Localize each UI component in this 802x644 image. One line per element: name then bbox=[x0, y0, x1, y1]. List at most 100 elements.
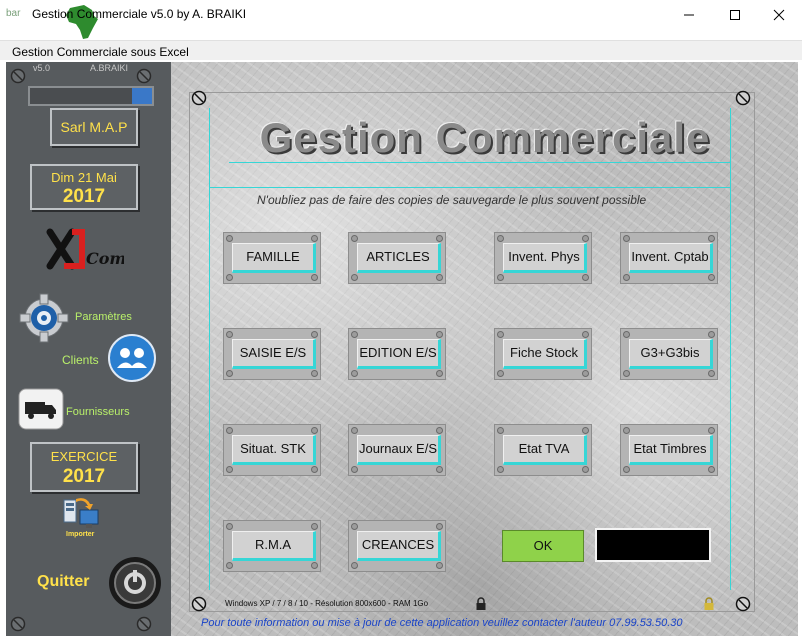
invent-cptab-button[interactable]: Invent. Cptab bbox=[620, 232, 718, 284]
saisie-es-button[interactable]: SAISIE E/S bbox=[223, 328, 321, 380]
famille-button[interactable]: FAMILLE bbox=[223, 232, 321, 284]
rivet-icon bbox=[226, 274, 233, 281]
version-label: v5.0 bbox=[33, 63, 51, 73]
suppliers-label[interactable]: Fournisseurs bbox=[66, 406, 130, 418]
maximize-icon bbox=[730, 10, 740, 20]
rivet-icon bbox=[497, 466, 504, 473]
system-requirements: Windows XP / 7 / 8 / 10 - Résolution 800… bbox=[225, 599, 429, 608]
invent-cptab-label: Invent. Cptab bbox=[629, 243, 713, 273]
creances-button[interactable]: CREANCES bbox=[348, 520, 446, 572]
rivet-icon bbox=[708, 274, 715, 281]
edition-es-button[interactable]: EDITION E/S bbox=[348, 328, 446, 380]
close-button[interactable] bbox=[756, 0, 802, 30]
screw-icon bbox=[10, 68, 26, 84]
clients-icon[interactable] bbox=[108, 334, 156, 382]
rivet-icon bbox=[351, 331, 358, 338]
rivet-icon bbox=[497, 274, 504, 281]
password-field[interactable] bbox=[595, 528, 711, 562]
gear-icon[interactable] bbox=[18, 292, 70, 344]
invent-phys-label: Invent. Phys bbox=[503, 243, 587, 273]
rivet-icon bbox=[351, 562, 358, 569]
import-icon[interactable] bbox=[62, 496, 100, 532]
params-label[interactable]: Paramètres bbox=[75, 311, 132, 323]
rivet-icon bbox=[226, 370, 233, 377]
rivet-icon bbox=[582, 427, 589, 434]
rivet-icon bbox=[226, 331, 233, 338]
rivet-icon bbox=[351, 466, 358, 473]
screw-icon bbox=[136, 68, 152, 84]
backup-notice: N'oubliez pas de faire des copies de sau… bbox=[257, 193, 647, 207]
rivet-icon bbox=[582, 331, 589, 338]
rivet-icon bbox=[311, 331, 318, 338]
progress-slot bbox=[28, 86, 154, 106]
etat-tva-button[interactable]: Etat TVA bbox=[494, 424, 592, 476]
rivet-icon bbox=[226, 235, 233, 242]
close-icon bbox=[773, 9, 785, 21]
exercice-label: EXERCICE bbox=[50, 449, 118, 464]
rivet-icon bbox=[623, 235, 630, 242]
screw-icon bbox=[10, 616, 26, 632]
rivet-icon bbox=[226, 562, 233, 569]
main-title: Gestion Commerciale bbox=[259, 114, 711, 161]
articles-button[interactable]: ARTICLES bbox=[348, 232, 446, 284]
g3-g3bis-label: G3+G3bis bbox=[629, 339, 713, 369]
screw-icon bbox=[191, 90, 207, 106]
title-bar: bar Gestion Commerciale v5.0 by A. BRAIK… bbox=[0, 0, 802, 39]
screw-icon bbox=[191, 596, 207, 612]
import-label: Importer bbox=[66, 531, 95, 538]
company-button[interactable]: Sarl M.A.P bbox=[50, 108, 138, 146]
slot-knob bbox=[132, 88, 152, 104]
rivet-icon bbox=[226, 523, 233, 530]
screw-icon bbox=[136, 616, 152, 632]
rivet-icon bbox=[708, 235, 715, 242]
rivet-icon bbox=[311, 427, 318, 434]
rivet-icon bbox=[497, 370, 504, 377]
rivet-icon bbox=[226, 427, 233, 434]
xcom-logo-icon: Com bbox=[46, 228, 124, 270]
rivet-icon bbox=[311, 235, 318, 242]
rivet-icon bbox=[351, 427, 358, 434]
contact-info: Pour toute information ou mise à jour de… bbox=[201, 617, 683, 629]
fiche-stock-button[interactable]: Fiche Stock bbox=[494, 328, 592, 380]
date-line: Dim 21 Mai bbox=[51, 170, 117, 185]
exercice-box[interactable]: EXERCICE 2017 bbox=[30, 442, 138, 492]
workbook-subtitle: Gestion Commerciale sous Excel bbox=[12, 45, 189, 59]
power-icon[interactable] bbox=[108, 556, 162, 610]
rivet-icon bbox=[497, 331, 504, 338]
invent-phys-button[interactable]: Invent. Phys bbox=[494, 232, 592, 284]
quit-label[interactable]: Quitter bbox=[37, 573, 89, 591]
lock-icon bbox=[704, 597, 714, 610]
rivet-icon bbox=[436, 562, 443, 569]
minimize-icon bbox=[684, 14, 694, 16]
etat-timbres-button[interactable]: Etat Timbres bbox=[620, 424, 718, 476]
ok-button[interactable]: OK bbox=[502, 530, 584, 562]
rivet-icon bbox=[351, 523, 358, 530]
rivet-icon bbox=[436, 274, 443, 281]
cyan-divider bbox=[229, 162, 731, 163]
rivet-icon bbox=[497, 235, 504, 242]
rivet-icon bbox=[623, 331, 630, 338]
rivet-icon bbox=[311, 466, 318, 473]
rivet-icon bbox=[311, 523, 318, 530]
rivet-icon bbox=[497, 427, 504, 434]
rivet-icon bbox=[311, 274, 318, 281]
rma-button[interactable]: R.M.A bbox=[223, 520, 321, 572]
cyan-divider bbox=[209, 187, 731, 188]
rivet-icon bbox=[436, 427, 443, 434]
fiche-stock-label: Fiche Stock bbox=[503, 339, 587, 369]
rivet-icon bbox=[351, 274, 358, 281]
subtitle-bar: Gestion Commerciale sous Excel bbox=[0, 40, 802, 60]
rivet-icon bbox=[436, 370, 443, 377]
truck-icon[interactable] bbox=[18, 388, 64, 430]
journaux-es-button[interactable]: Journaux E/S bbox=[348, 424, 446, 476]
maximize-button[interactable] bbox=[712, 0, 758, 30]
rivet-icon bbox=[351, 235, 358, 242]
g3-g3bis-button[interactable]: G3+G3bis bbox=[620, 328, 718, 380]
clients-label[interactable]: Clients bbox=[62, 353, 99, 367]
date-year: 2017 bbox=[62, 186, 106, 207]
rivet-icon bbox=[582, 235, 589, 242]
situat-stk-button[interactable]: Situat. STK bbox=[223, 424, 321, 476]
cyan-divider bbox=[209, 108, 210, 590]
minimize-button[interactable] bbox=[666, 0, 712, 30]
rivet-icon bbox=[351, 370, 358, 377]
